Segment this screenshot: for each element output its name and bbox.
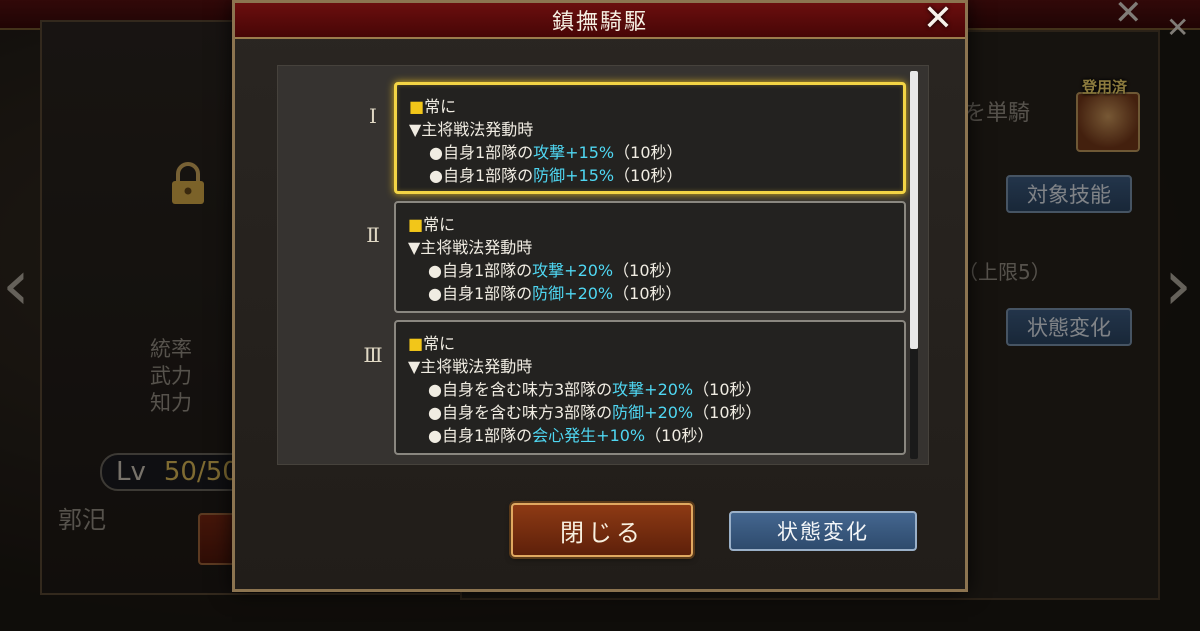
level-list[interactable]: Ⅰ ■常に ▼主将戦法発動時 ●自身1部隊の攻撃+15%（10秒） ●自身1部隊の防御+…: [277, 65, 929, 465]
general-portrait: [1076, 92, 1140, 152]
effect-line: ●自身1部隊の攻撃+20%（10秒）: [408, 259, 904, 282]
target-skill-button[interactable]: 対象技能: [1006, 175, 1132, 213]
dialog-title-bar: 鎮撫騎駆: [235, 3, 965, 39]
effect-value: 攻撃+15%: [533, 143, 615, 162]
effect-value: 攻撃+20%: [532, 261, 614, 280]
level-label: Lv: [116, 457, 146, 487]
trigger-text: ▼主将戦法発動時: [409, 120, 534, 139]
prev-arrow-icon[interactable]: ‹: [2, 250, 30, 320]
effect-target: ●自身1部隊の: [428, 261, 533, 280]
effect-duration: （10秒）: [613, 284, 682, 303]
condition-square-icon: ■: [409, 97, 425, 116]
effect-duration: （10秒）: [693, 380, 762, 399]
effect-duration: （10秒）: [693, 403, 762, 422]
effect-line: ●自身1部隊の会心発生+10%（10秒）: [408, 424, 904, 447]
effect-duration: （10秒）: [613, 261, 682, 280]
effect-line: ●自身を含む味方3部隊の防御+20%（10秒）: [408, 401, 904, 424]
effect-duration: （10秒）: [614, 143, 683, 162]
stat-label-power: 武力: [150, 364, 192, 388]
level-card-1[interactable]: ■常に ▼主将戦法発動時 ●自身1部隊の攻撃+15%（10秒） ●自身1部隊の防御+1…: [394, 82, 906, 194]
lock-icon: [172, 162, 204, 204]
level-card-2[interactable]: ■常に ▼主将戦法発動時 ●自身1部隊の攻撃+20%（10秒） ●自身1部隊の防御+2…: [394, 201, 906, 313]
effect-value: 攻撃+20%: [612, 380, 694, 399]
condition-text: 常に: [423, 215, 456, 234]
condition-text: 常に: [423, 334, 456, 353]
next-arrow-icon[interactable]: ›: [1164, 250, 1192, 320]
effect-line: ●自身1部隊の攻撃+15%（10秒）: [409, 141, 903, 164]
effect-value: 防御+20%: [532, 284, 614, 303]
effect-duration: （10秒）: [614, 166, 683, 185]
effect-line: ●自身1部隊の防御+20%（10秒）: [408, 282, 904, 305]
level-badge: Lv 50/50: [100, 453, 250, 491]
level-numeral: Ⅱ: [366, 223, 380, 247]
effect-target: ●自身1部隊の: [428, 426, 533, 445]
condition-line: ■常に: [408, 213, 904, 236]
effect-value: 防御+15%: [533, 166, 615, 185]
level-numeral: Ⅰ: [369, 104, 377, 128]
effect-target: ●自身1部隊の: [429, 166, 534, 185]
trigger-text: ▼主将戦法発動時: [408, 357, 533, 376]
level-numeral: Ⅲ: [363, 343, 383, 367]
effect-target: ●自身1部隊の: [428, 284, 533, 303]
condition-line: ■常に: [408, 332, 904, 355]
general-name: 郭汜: [58, 506, 106, 534]
stat-label-intellect: 知力: [150, 391, 192, 415]
effect-target: ●自身を含む味方3部隊の: [428, 403, 613, 422]
trigger-text: ▼主将戦法発動時: [408, 238, 533, 257]
close-icon[interactable]: ✕: [923, 1, 953, 37]
condition-square-icon: ■: [408, 215, 424, 234]
effect-line: ●自身を含む味方3部隊の攻撃+20%（10秒）: [408, 378, 904, 401]
effect-value: 会心発生+10%: [532, 426, 646, 445]
effect-duration: （10秒）: [645, 426, 714, 445]
close-button[interactable]: 閉じる: [511, 503, 693, 557]
skill-level-dialog: 鎮撫騎駆 ✕ Ⅰ ■常に ▼主将戦法発動時 ●自身1部隊の攻撃+15%（10秒） ●自身…: [232, 0, 968, 592]
screen-close-icon[interactable]: ✕: [1166, 14, 1189, 42]
scrollbar[interactable]: [910, 71, 918, 459]
recruited-badge: 登用済: [1082, 78, 1128, 96]
state-change-button[interactable]: 状態変化: [729, 511, 917, 551]
level-limit-text: （上限5）: [958, 260, 1051, 284]
level-card-3[interactable]: ■常に ▼主将戦法発動時 ●自身を含む味方3部隊の攻撃+20%（10秒） ●自身を含む…: [394, 320, 906, 455]
condition-square-icon: ■: [408, 334, 424, 353]
effect-line: ●自身1部隊の防御+15%（10秒）: [409, 164, 903, 187]
dialog-title: 鎮撫騎駆: [551, 10, 648, 35]
effect-value: 防御+20%: [612, 403, 694, 422]
background-close-icon[interactable]: ✕: [1114, 0, 1143, 30]
condition-line: ■常に: [409, 95, 903, 118]
state-change-side-button[interactable]: 状態変化: [1006, 308, 1132, 346]
effect-target: ●自身1部隊の: [429, 143, 534, 162]
stat-label-command: 統率: [150, 337, 192, 361]
condition-text: 常に: [424, 97, 457, 116]
effect-target: ●自身を含む味方3部隊の: [428, 380, 613, 399]
level-value: 50/50: [163, 457, 239, 487]
scrollbar-thumb[interactable]: [910, 71, 918, 349]
